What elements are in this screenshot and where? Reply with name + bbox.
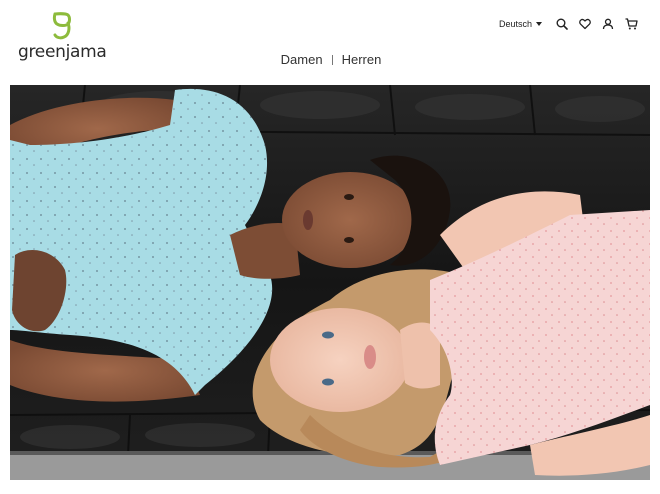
hero-image[interactable] bbox=[10, 85, 650, 480]
search-button[interactable] bbox=[555, 17, 569, 31]
language-selector[interactable]: Deutsch bbox=[499, 19, 542, 29]
search-icon bbox=[556, 18, 568, 30]
cart-icon bbox=[625, 18, 638, 30]
caret-down-icon bbox=[536, 22, 542, 26]
account-button[interactable] bbox=[601, 17, 615, 31]
nav-item-damen[interactable]: Damen bbox=[272, 52, 332, 67]
user-icon bbox=[602, 18, 614, 30]
wishlist-button[interactable] bbox=[578, 17, 592, 31]
cart-button[interactable] bbox=[624, 17, 638, 31]
leaf-g-icon bbox=[52, 12, 71, 40]
hero-illustration bbox=[10, 85, 650, 480]
language-label: Deutsch bbox=[498, 19, 532, 29]
page: greenjama Deutsch Damen Herren bbox=[0, 0, 660, 494]
heart-icon bbox=[579, 18, 591, 30]
nav-item-herren[interactable]: Herren bbox=[333, 52, 391, 67]
header-tools: Deutsch bbox=[499, 17, 638, 31]
main-nav: Damen Herren bbox=[1, 52, 660, 67]
